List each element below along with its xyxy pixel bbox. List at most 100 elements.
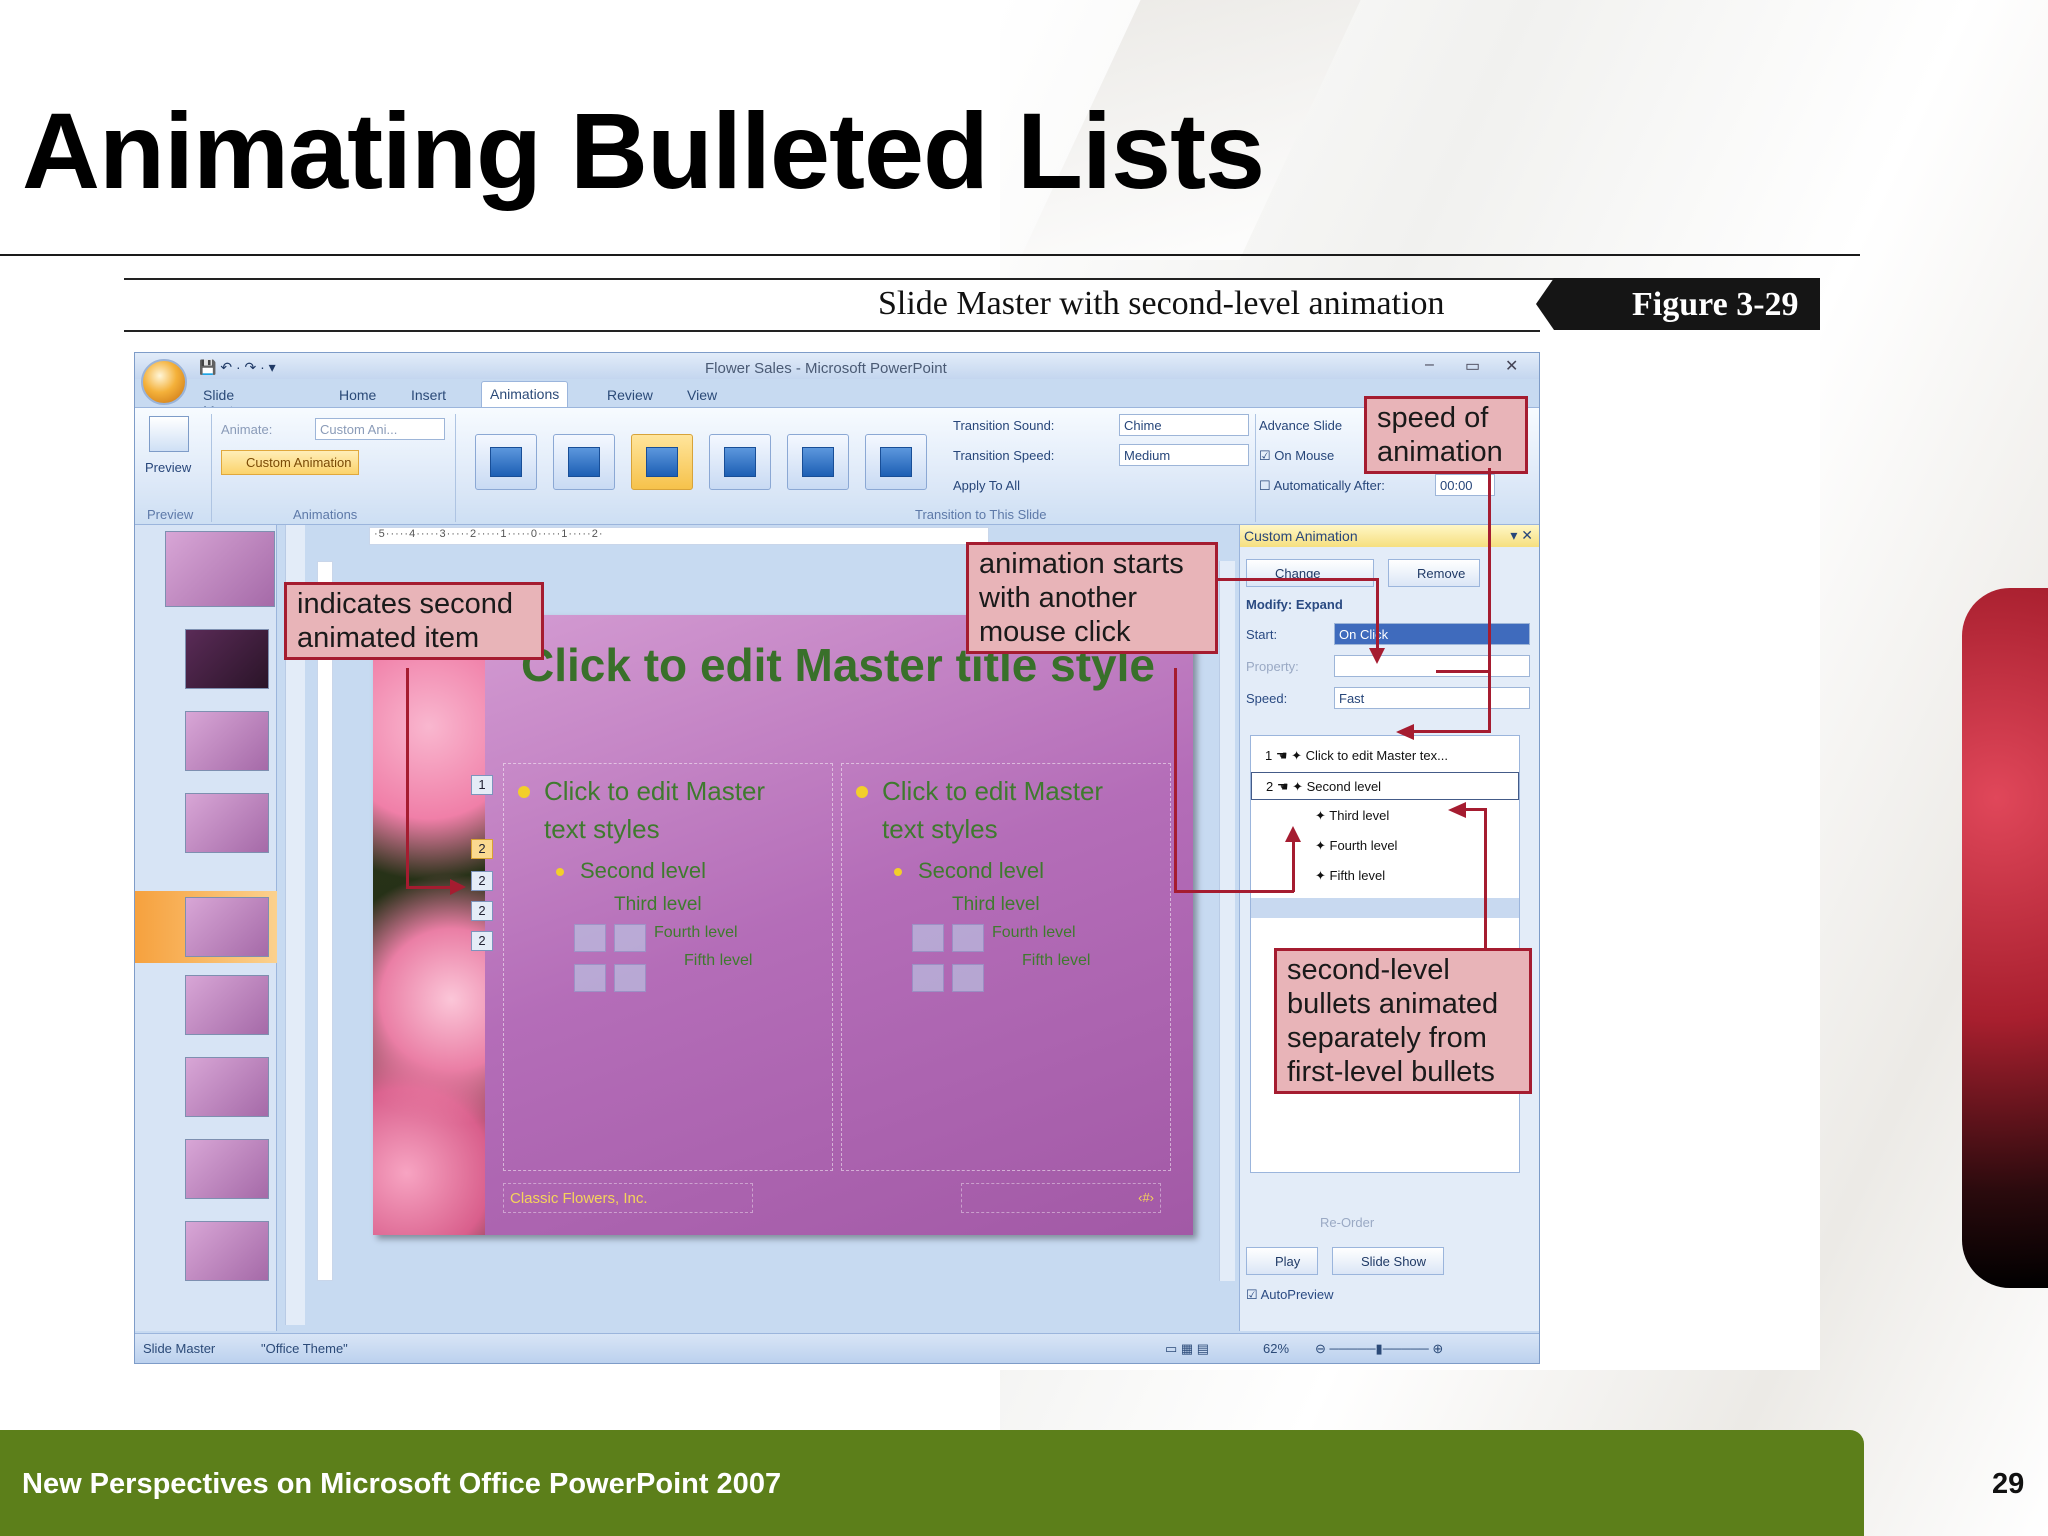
footer-placeholder[interactable]: Classic Flowers, Inc. [503,1183,753,1213]
slide-scrollbar[interactable] [1219,561,1235,1281]
auto-after-label: Automatically After: [1273,478,1385,493]
anim-tag-4[interactable]: 2 [471,901,493,921]
leader-speed-h [1414,730,1491,733]
leader-second-item-h [406,886,452,889]
thumb-7[interactable] [185,1139,269,1199]
preview-group-label: Preview [147,507,194,522]
thumb-3[interactable] [185,793,269,853]
level1-text: Click to edit Master text styles [882,776,1104,844]
tulip-photo [1962,588,2048,1288]
tab-home[interactable]: Home [331,383,384,407]
zoom-slider[interactable]: ⊖ ─────▮───── ⊕ [1315,1341,1443,1357]
anim-tag-2[interactable]: 2 [471,839,493,859]
tab-animations[interactable]: Animations [481,381,569,409]
status-bar: Slide Master "Office Theme" ▭ ▦ ▤ 62% ⊖ … [135,1333,1539,1363]
on-mouse-label: On Mouse [1274,448,1335,463]
speed-dropdown[interactable]: Fast [1334,687,1530,709]
transition-speed-dropdown[interactable]: Medium [1119,444,1249,466]
auto-after-input[interactable]: 00:00 [1435,474,1495,496]
anim-num: 1 [1265,748,1273,763]
start-dropdown[interactable]: On Click [1334,623,1530,645]
transition-push-right[interactable] [631,434,693,490]
callout-second-item: indicates second animated item [284,582,544,660]
custom-animation-pane-title: Custom Animation ▾ ✕ [1240,525,1539,547]
level5-text: Fifth level [684,952,753,969]
slide-title: Animating Bulleted Lists [22,90,1265,211]
collapse-bar[interactable] [1251,898,1519,918]
level3-text: Third level [952,894,1040,915]
tab-view[interactable]: View [679,383,725,407]
thumb-8[interactable] [185,1221,269,1281]
thumb-6[interactable] [185,1057,269,1117]
leader-speed-start [1436,670,1490,673]
pane-close-icon[interactable]: ▾ ✕ [1510,527,1533,544]
thumb-4[interactable] [185,897,269,957]
leader-second-level [1484,808,1487,950]
transition-wheel[interactable] [787,434,849,490]
leader-starts-v2 [1292,840,1295,892]
transition-push-left[interactable] [553,434,615,490]
remove-button[interactable]: Remove [1388,559,1480,587]
close-icon[interactable]: ✕ [1505,356,1518,376]
anim-label: Fourth level [1329,838,1398,853]
arrow-starts [1369,648,1385,664]
property-dropdown[interactable] [1334,655,1530,677]
apply-to-all-button[interactable]: Apply To All [953,478,1020,493]
tab-insert[interactable]: Insert [403,383,454,407]
office-button[interactable] [141,359,187,405]
play-button[interactable]: Play [1246,1247,1318,1275]
pane-title-text: Custom Animation [1244,528,1358,544]
animate-label: Animate: [221,422,273,437]
transition-push-down[interactable] [475,434,537,490]
ribbon-separator [1255,414,1256,522]
view-buttons[interactable]: ▭ ▦ ▤ [1165,1341,1209,1357]
minimize-icon[interactable]: – [1425,356,1434,374]
slide-thumbnails [135,525,277,1331]
advance-slide-label: Advance Slide [1259,418,1343,433]
on-mouse-checkbox[interactable]: ☑ On Mouse [1259,448,1334,464]
slide-show-button[interactable]: Slide Show [1332,1247,1444,1275]
transition-push-up[interactable] [709,434,771,490]
tab-review[interactable]: Review [599,383,661,407]
preview-icon[interactable] [149,416,189,452]
ribbon: Preview Preview Animate: Custom Ani... C… [135,407,1539,525]
leader-starts [1218,578,1378,581]
anim-tag-1[interactable]: 1 [471,775,493,795]
thumb-5[interactable] [185,975,269,1035]
thumb-1[interactable] [185,629,269,689]
leader-speed [1488,468,1491,730]
transition-speed-label: Transition Speed: [953,448,1055,463]
left-content-placeholder[interactable]: Click to edit Master text styles Second … [503,763,833,1171]
preview-button[interactable]: Preview [145,460,191,475]
anim-tag-5[interactable]: 2 [471,931,493,951]
tab-slide-master[interactable]: Slide Master [195,383,254,419]
figure-caption: Slide Master with second-level animation [878,285,1445,322]
change-button[interactable]: Change [1246,559,1374,587]
custom-animation-button[interactable]: Custom Animation [221,450,359,475]
animate-dropdown[interactable]: Custom Ani... [315,418,445,440]
content-icons [912,924,1022,1004]
auto-after-checkbox[interactable]: ☐ Automatically After: [1259,478,1385,494]
arrow-second-level [1448,802,1466,818]
anim-list-item-1[interactable]: 1 ☚ ✦ Click to edit Master tex... [1251,742,1519,770]
maximize-icon[interactable]: ▭ [1465,356,1480,376]
reorder-label[interactable]: Re-Order [1320,1215,1374,1230]
transition-cover-down[interactable] [865,434,927,490]
autopreview-checkbox[interactable]: ☑ AutoPreview [1246,1287,1334,1303]
caption-bottom-rule [124,330,1540,332]
window-titlebar: 💾 ↶ · ↷ · ▾ Flower Sales - Microsoft Pow… [135,353,1539,379]
slide-number-placeholder[interactable]: ‹#› [961,1183,1161,1213]
transition-group-label: Transition to This Slide [915,507,1047,522]
speed-label: Speed: [1246,691,1288,706]
thumb-2[interactable] [185,711,269,771]
quick-access-toolbar[interactable]: 💾 ↶ · ↷ · ▾ [199,359,276,376]
anim-list-item-2[interactable]: 2 ☚ ✦ Second level [1251,772,1519,800]
right-content-placeholder[interactable]: Click to edit Master text styles Second … [841,763,1171,1171]
thumb-master[interactable] [165,531,275,607]
modify-label: Modify: Expand [1246,597,1343,612]
zoom-level[interactable]: 62% [1263,1341,1289,1356]
bullet-icon [518,786,530,798]
transition-sound-dropdown[interactable]: Chime [1119,414,1249,436]
level1-text: Click to edit Master text styles [544,776,766,844]
anim-tag-3[interactable]: 2 [471,871,493,891]
